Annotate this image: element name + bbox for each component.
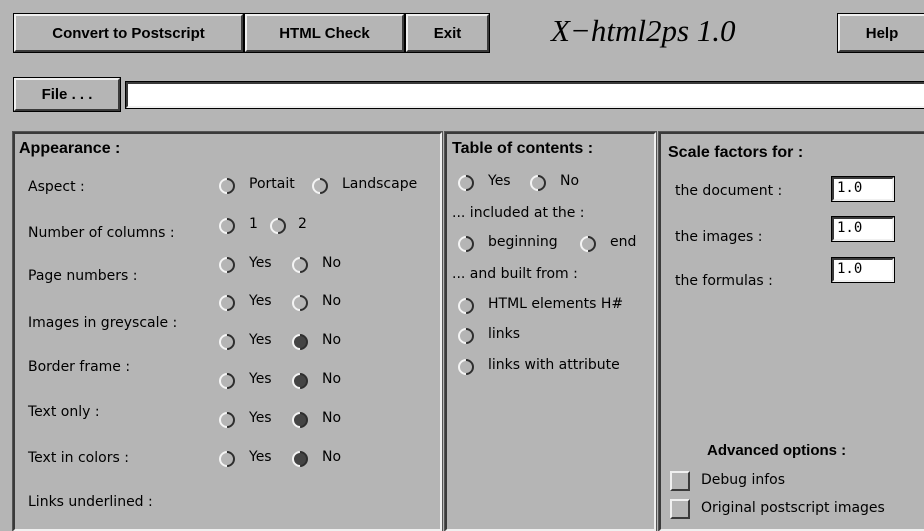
text-in-colors-label: Text in colors :: [28, 450, 129, 466]
convert-to-postscript-button[interactable]: Convert to Postscript: [13, 13, 244, 53]
border-yes-label: Yes: [249, 332, 272, 348]
help-button[interactable]: Help: [837, 13, 924, 53]
toc-built-label: ... and built from :: [452, 266, 578, 282]
text-only-label: Text only :: [28, 404, 100, 420]
colors-yes-label: Yes: [249, 410, 272, 426]
original-ps-images-label: Original postscript images: [701, 500, 885, 516]
scale-formulas-input[interactable]: 1.0: [831, 257, 895, 283]
links-underlined-no-label: No: [322, 449, 342, 465]
toc-beginning-label: beginning: [488, 234, 558, 250]
scale-document-label: the document :: [675, 183, 783, 199]
file-button[interactable]: File . . .: [13, 77, 121, 112]
scale-images-label: the images :: [675, 229, 763, 245]
toc-links-attr-label: links with attribute: [488, 357, 620, 373]
scale-formulas-label: the formulas :: [675, 273, 773, 289]
exit-button[interactable]: Exit: [405, 13, 490, 53]
aspect-landscape-label: Landscape: [342, 176, 418, 192]
advanced-header: Advanced options :: [707, 442, 847, 459]
page-numbers-yes-label: Yes: [249, 255, 272, 271]
scale-document-input[interactable]: 1.0: [831, 176, 895, 202]
links-underlined-label: Links underlined :: [28, 494, 153, 510]
file-path-input[interactable]: [125, 81, 924, 109]
appearance-header: Appearance :: [19, 140, 121, 157]
original-ps-images-checkbox[interactable]: [670, 499, 690, 519]
text-only-no-label: No: [322, 371, 342, 387]
toc-end-label: end: [610, 234, 637, 250]
greyscale-label: Images in greyscale :: [28, 315, 178, 331]
table-of-contents-panel: [444, 131, 657, 531]
toc-html-elements-label: HTML elements H#: [488, 296, 624, 312]
app-title: X−html2ps 1.0: [551, 13, 736, 48]
debug-infos-label: Debug infos: [701, 472, 786, 488]
columns-1-label: 1: [249, 216, 258, 232]
toc-header: Table of contents :: [452, 140, 594, 157]
border-no-label: No: [322, 332, 342, 348]
links-underlined-yes-label: Yes: [249, 449, 272, 465]
greyscale-yes-label: Yes: [249, 293, 272, 309]
colors-no-label: No: [322, 410, 342, 426]
border-frame-label: Border frame :: [28, 359, 131, 375]
debug-infos-checkbox[interactable]: [670, 471, 690, 491]
scale-images-input[interactable]: 1.0: [831, 216, 895, 242]
toc-links-label: links: [488, 326, 521, 342]
text-only-yes-label: Yes: [249, 371, 272, 387]
toc-included-label: ... included at the :: [452, 205, 585, 221]
toc-yes-label: Yes: [488, 173, 511, 189]
scale-header: Scale factors for :: [668, 144, 804, 161]
columns-2-label: 2: [298, 216, 307, 232]
columns-label: Number of columns :: [28, 225, 175, 241]
toc-no-label: No: [560, 173, 580, 189]
aspect-label: Aspect :: [28, 179, 85, 195]
aspect-portait-label: Portait: [249, 176, 295, 192]
page-numbers-label: Page numbers :: [28, 268, 138, 284]
greyscale-no-label: No: [322, 293, 342, 309]
html-check-button[interactable]: HTML Check: [244, 13, 405, 53]
page-numbers-no-label: No: [322, 255, 342, 271]
